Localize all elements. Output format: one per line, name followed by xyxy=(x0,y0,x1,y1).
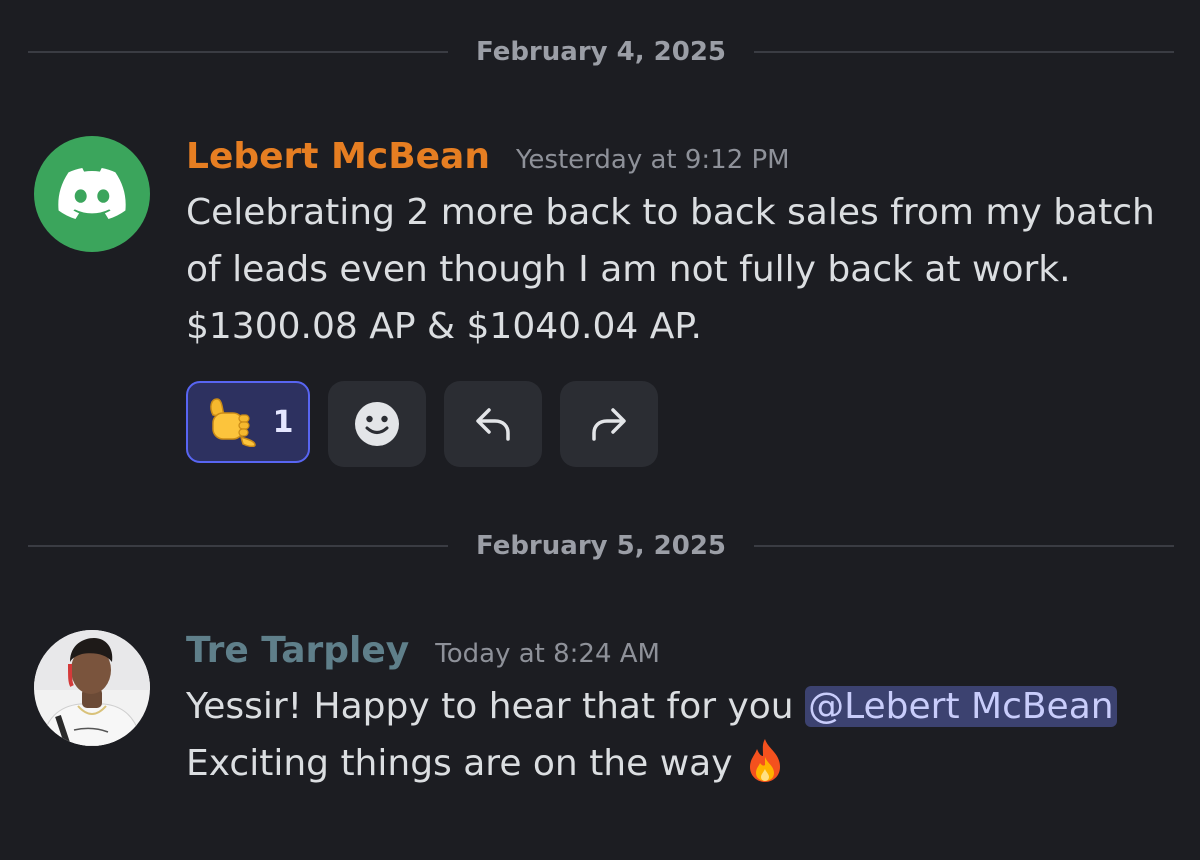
message-line: Exciting things are on the way xyxy=(186,735,1176,792)
message-line: Celebrating 2 more back to back sales fr… xyxy=(186,192,1155,233)
message-line: of leads even though I am not fully back… xyxy=(186,249,1071,290)
forward-icon xyxy=(592,408,626,441)
date-divider: February 5, 2025 xyxy=(28,526,1175,566)
profile-photo-icon xyxy=(34,630,150,746)
add-reaction-button[interactable] xyxy=(328,381,426,467)
timestamp: Yesterday at 9:12 PM xyxy=(515,145,790,175)
reaction-count: 1 xyxy=(272,404,294,440)
divider-date: February 4, 2025 xyxy=(475,37,727,67)
add-reaction-icon xyxy=(355,402,399,446)
message-actions: 1 xyxy=(186,381,1176,467)
reaction-call-me-hand[interactable]: 1 xyxy=(186,381,310,463)
forward-button[interactable] xyxy=(560,381,658,467)
message-body: Yessir! Happy to hear that for you @Lebe… xyxy=(186,678,1176,792)
message-text: Yessir! Happy to hear that for you xyxy=(186,686,806,727)
divider-date: February 5, 2025 xyxy=(475,531,727,561)
divider-line xyxy=(754,545,1175,547)
timestamp: Today at 8:24 AM xyxy=(435,639,660,669)
date-divider: February 4, 2025 xyxy=(28,32,1175,72)
message-header: Tre Tarpley Today at 8:24 AM xyxy=(186,630,1176,674)
message-text: Exciting things are on the way xyxy=(186,743,744,784)
user-mention[interactable]: @Lebert McBean xyxy=(805,686,1117,727)
avatar[interactable] xyxy=(34,136,150,252)
username[interactable]: Lebert McBean xyxy=(186,136,490,177)
username[interactable]: Tre Tarpley xyxy=(186,630,409,671)
chat-log: February 4, 2025 Lebert McBean Yesterday… xyxy=(0,0,1200,860)
call-me-hand-icon xyxy=(209,398,256,447)
message-content: Tre Tarpley Today at 8:24 AM Yessir! Hap… xyxy=(186,630,1176,792)
message-header: Lebert McBean Yesterday at 9:12 PM xyxy=(186,136,1176,180)
divider-line xyxy=(28,545,448,547)
message-body: Celebrating 2 more back to back sales fr… xyxy=(186,184,1176,355)
discord-logo-icon xyxy=(58,168,126,219)
divider-line xyxy=(754,51,1175,53)
message-content: Lebert McBean Yesterday at 9:12 PM Celeb… xyxy=(186,136,1176,467)
message-line: $1300.08 AP & $1040.04 AP. xyxy=(186,306,702,347)
reply-icon xyxy=(476,408,510,441)
divider-line xyxy=(28,51,448,53)
fire-emoji-icon xyxy=(749,739,780,782)
avatar[interactable] xyxy=(34,630,150,746)
reply-button[interactable] xyxy=(444,381,542,467)
message-line: Yessir! Happy to hear that for you @Lebe… xyxy=(186,678,1176,735)
